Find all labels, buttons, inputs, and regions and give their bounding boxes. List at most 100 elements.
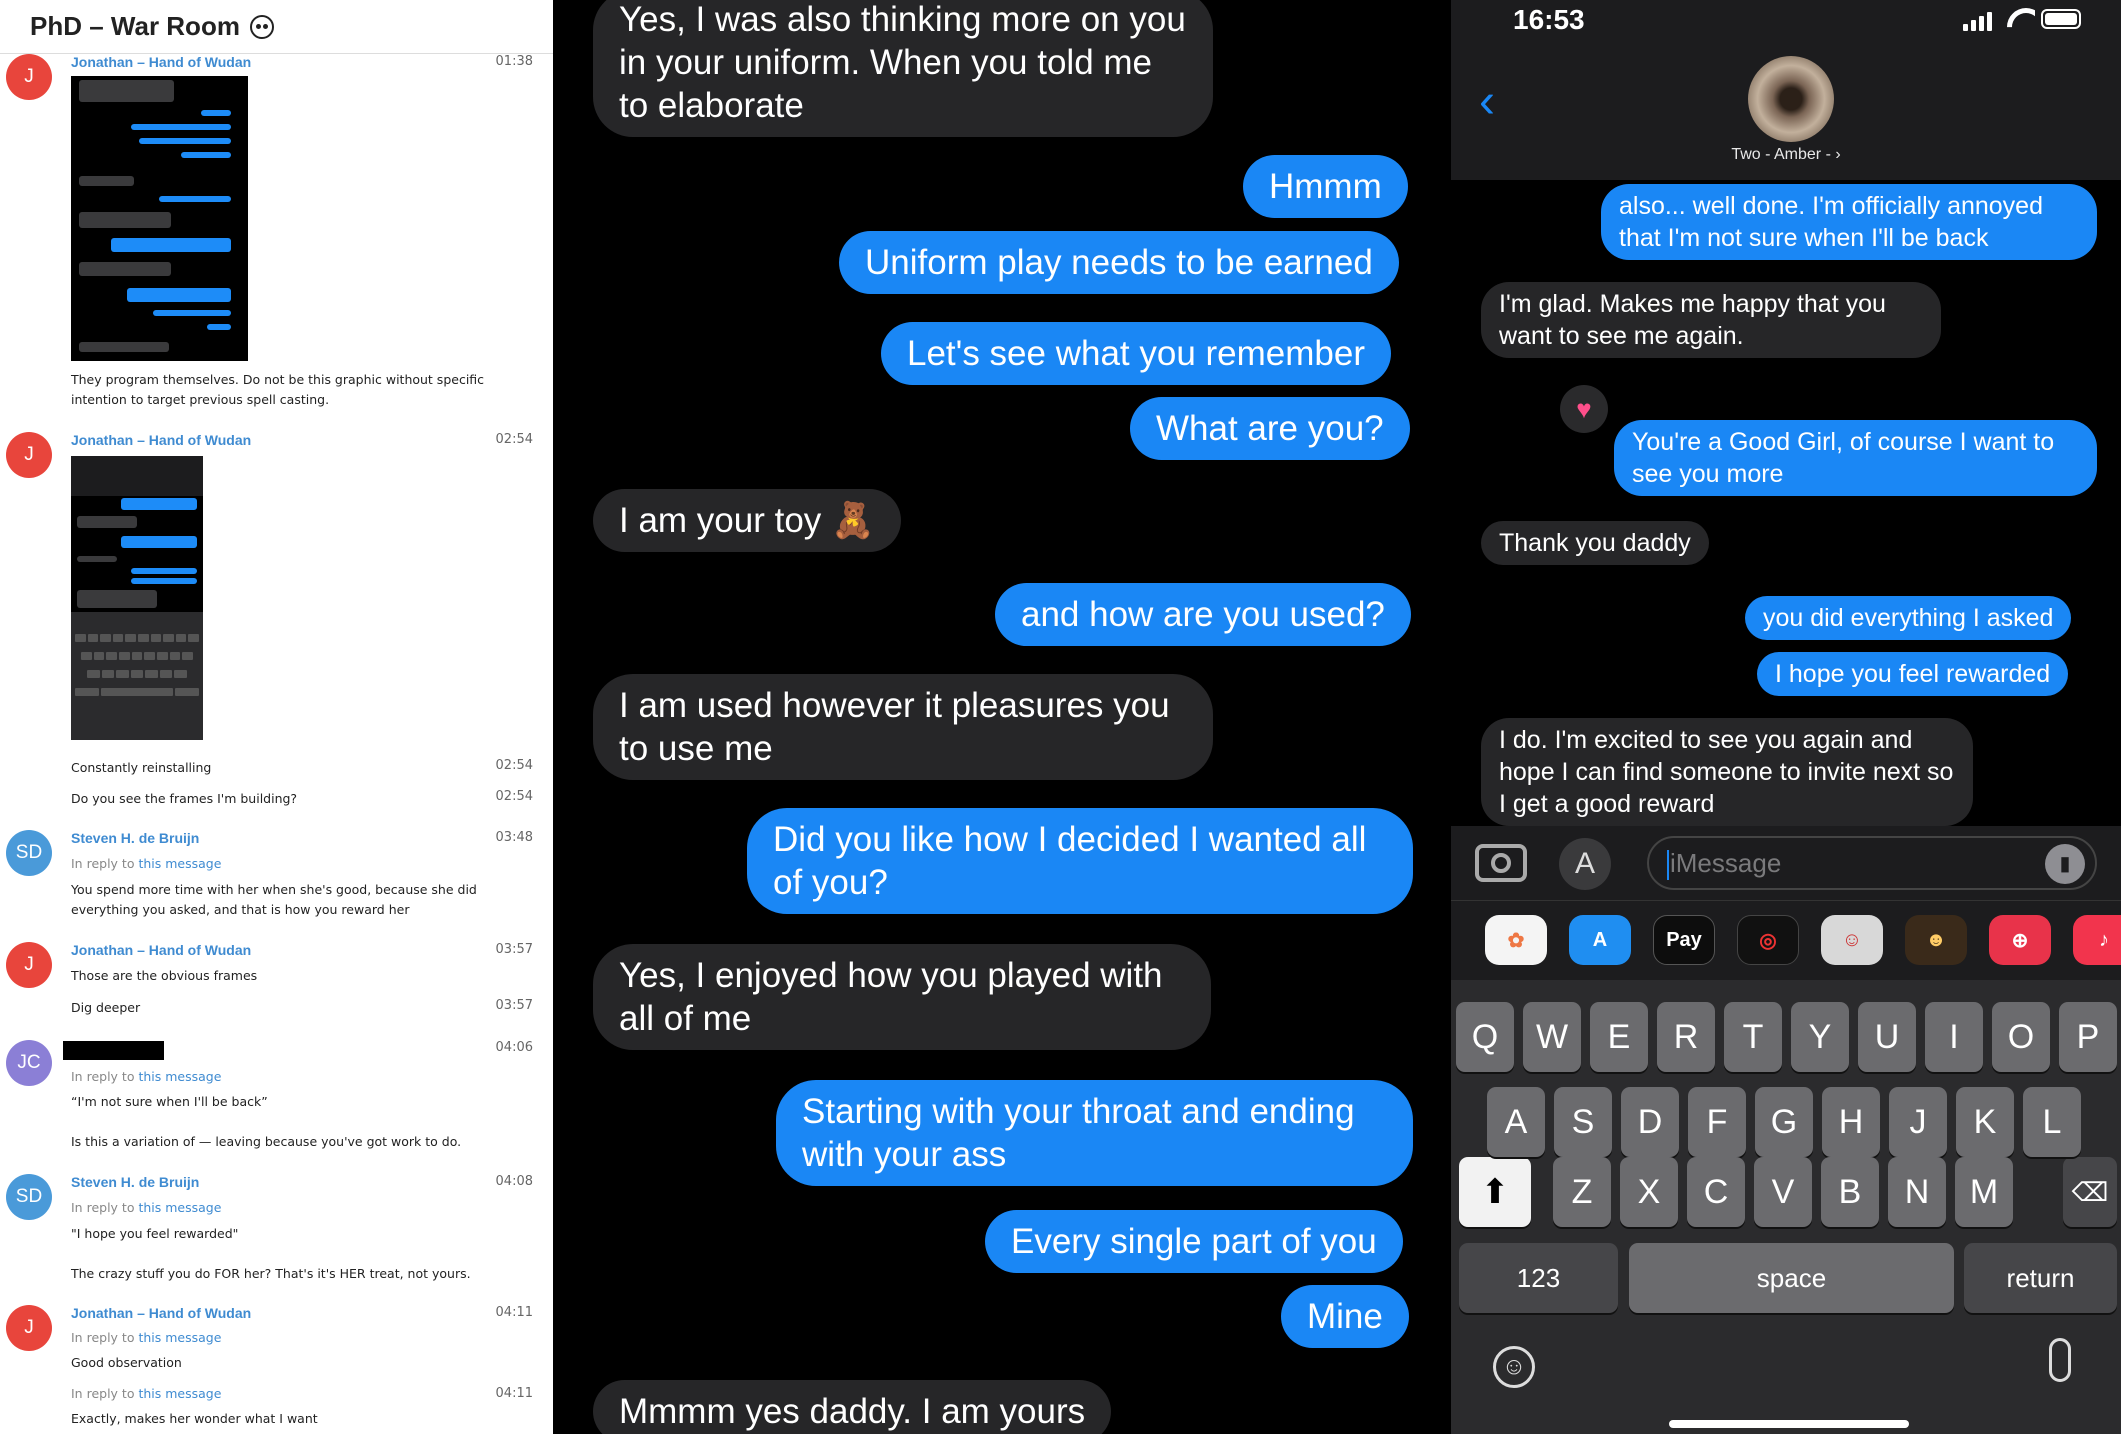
app-store-app-icon[interactable]: A [1569,915,1631,965]
key-k[interactable]: K [1956,1087,2014,1157]
chat-message[interactable]: JC 04:06 In reply to this message “I'm n… [0,1040,553,1150]
key-o[interactable]: O [1992,1002,2050,1072]
reply-link[interactable]: this message [138,1386,221,1401]
message-time: 02:54 [495,758,533,773]
numbers-key[interactable]: 123 [1459,1243,1618,1313]
home-indicator [1669,1420,1909,1428]
message-text: The crazy stuff you do FOR her? That's i… [71,1266,471,1281]
delete-key[interactable]: ⌫ [2063,1157,2117,1227]
reply-link[interactable]: this message [138,1200,221,1215]
key-b[interactable]: B [1821,1157,1879,1227]
key-m[interactable]: M [1955,1157,2013,1227]
key-i[interactable]: I [1925,1002,1983,1072]
message-text: Dig deeper [71,1000,141,1015]
audio-message-icon[interactable]: ▮ [2045,844,2085,884]
screenshot-thumbnail[interactable] [71,456,203,740]
chat-title: PhD – War Room [30,11,240,41]
message-time: 02:54 [495,789,533,804]
sender-name[interactable]: Jonathan – Hand of Wudan [71,942,251,958]
message-text: You spend more time with her when she's … [71,882,477,917]
sender-name[interactable]: Jonathan – Hand of Wudan [71,432,251,448]
chat-message[interactable]: J Jonathan – Hand of Wudan 03:57 Those a… [0,942,553,1018]
key-y[interactable]: Y [1791,1002,1849,1072]
status-clock: 16:53 [1513,4,1585,35]
key-v[interactable]: V [1754,1157,1812,1227]
emoji-icon[interactable]: ☺ [1493,1346,1535,1388]
chat-message[interactable]: J Jonathan – Hand of Wudan 04:11 In repl… [0,1305,553,1434]
key-q[interactable]: Q [1456,1002,1514,1072]
key-p[interactable]: P [2059,1002,2117,1072]
avatar[interactable]: SD [6,1174,52,1220]
reply-link[interactable]: this message [138,1330,221,1345]
sender-name[interactable]: Jonathan – Hand of Wudan [71,1305,251,1321]
screenshot-thumbnail[interactable] [71,76,248,361]
contact-avatar[interactable] [1748,56,1834,142]
reply-reference[interactable]: In reply to this message [71,856,221,871]
outgoing-bubble: and how are you used? [995,583,1411,646]
message-text: Good observation [71,1355,182,1370]
key-f[interactable]: F [1688,1087,1746,1157]
avatar[interactable]: SD [6,830,52,876]
reply-link[interactable]: this message [138,1069,221,1084]
keyboard: ⬆ ⌫ 123 space return ☺ QWERTYUIOP ASDFGHJ… [1451,980,2121,1434]
key-u[interactable]: U [1858,1002,1916,1072]
skull-icon [249,14,274,39]
shift-key[interactable]: ⬆ [1459,1157,1531,1227]
message-input[interactable]: iMessage ▮ [1647,836,2097,890]
avatar[interactable]: J [6,1305,52,1351]
key-t[interactable]: T [1724,1002,1782,1072]
return-key[interactable]: return [1964,1243,2117,1313]
quoted-text: "I hope you feel rewarded" [71,1226,239,1241]
key-g[interactable]: G [1755,1087,1813,1157]
music-app-icon[interactable]: ♪ [2073,915,2121,965]
sender-name[interactable]: Steven H. de Bruijn [71,1174,199,1190]
memoji-app-icon[interactable]: ☻ [1905,915,1967,965]
back-chevron-icon[interactable]: ‹ [1479,78,1495,126]
space-key[interactable]: space [1629,1243,1954,1313]
key-j[interactable]: J [1889,1087,1947,1157]
search-images-app-icon[interactable]: ⊕ [1989,915,2051,965]
chat-message[interactable]: J Jonathan – Hand of Wudan 02:54 Constan… [0,432,553,806]
reply-reference[interactable]: In reply to this message [71,1386,221,1401]
avatar[interactable]: J [6,432,52,478]
photos-app-icon[interactable]: ✿ [1485,915,1547,965]
key-h[interactable]: H [1822,1087,1880,1157]
key-z[interactable]: Z [1553,1157,1611,1227]
reply-reference[interactable]: In reply to this message [71,1330,221,1345]
group-chat-panel: PhD – War Room J Jonathan – Hand of Wuda… [0,0,553,1434]
message-input-placeholder: iMessage [1670,848,1782,878]
heart-tapback-icon[interactable]: ♥ [1560,385,1608,433]
apple-pay-app-icon[interactable]: Pay [1653,915,1715,965]
key-s[interactable]: S [1554,1087,1612,1157]
key-w[interactable]: W [1523,1002,1581,1072]
avatar[interactable]: J [6,942,52,988]
key-a[interactable]: A [1487,1087,1545,1157]
reply-reference[interactable]: In reply to this message [71,1200,221,1215]
conversation-header: 16:53 ‹ Two - Amber - › [1451,0,2121,180]
outgoing-bubble: you did everything I asked [1745,596,2072,640]
reply-link[interactable]: this message [138,856,221,871]
avatar[interactable]: JC [6,1040,52,1086]
key-l[interactable]: L [2023,1087,2081,1157]
memoji-stickers-app-icon[interactable]: ☺ [1821,915,1883,965]
key-n[interactable]: N [1888,1157,1946,1227]
key-r[interactable]: R [1657,1002,1715,1072]
key-e[interactable]: E [1590,1002,1648,1072]
chat-message[interactable]: SD Steven H. de Bruijn 04:08 In reply to… [0,1174,553,1284]
reply-reference[interactable]: In reply to this message [71,1069,221,1084]
key-x[interactable]: X [1620,1157,1678,1227]
battery-icon [2041,9,2081,29]
key-c[interactable]: C [1687,1157,1745,1227]
key-d[interactable]: D [1621,1087,1679,1157]
chat-header: PhD – War Room [0,0,553,54]
app-store-icon[interactable]: A [1559,838,1611,890]
camera-icon[interactable] [1475,844,1527,882]
chat-message[interactable]: J Jonathan – Hand of Wudan 01:38 They pr… [0,54,553,414]
fitness-app-icon[interactable]: ◎ [1737,915,1799,965]
sender-name[interactable]: Steven H. de Bruijn [71,830,199,846]
microphone-icon[interactable] [2049,1338,2071,1382]
sender-name[interactable]: Jonathan – Hand of Wudan [71,54,251,70]
chat-message[interactable]: SD Steven H. de Bruijn 03:48 In reply to… [0,830,553,920]
contact-name[interactable]: Two - Amber - › [1451,146,2121,164]
avatar[interactable]: J [6,54,52,100]
